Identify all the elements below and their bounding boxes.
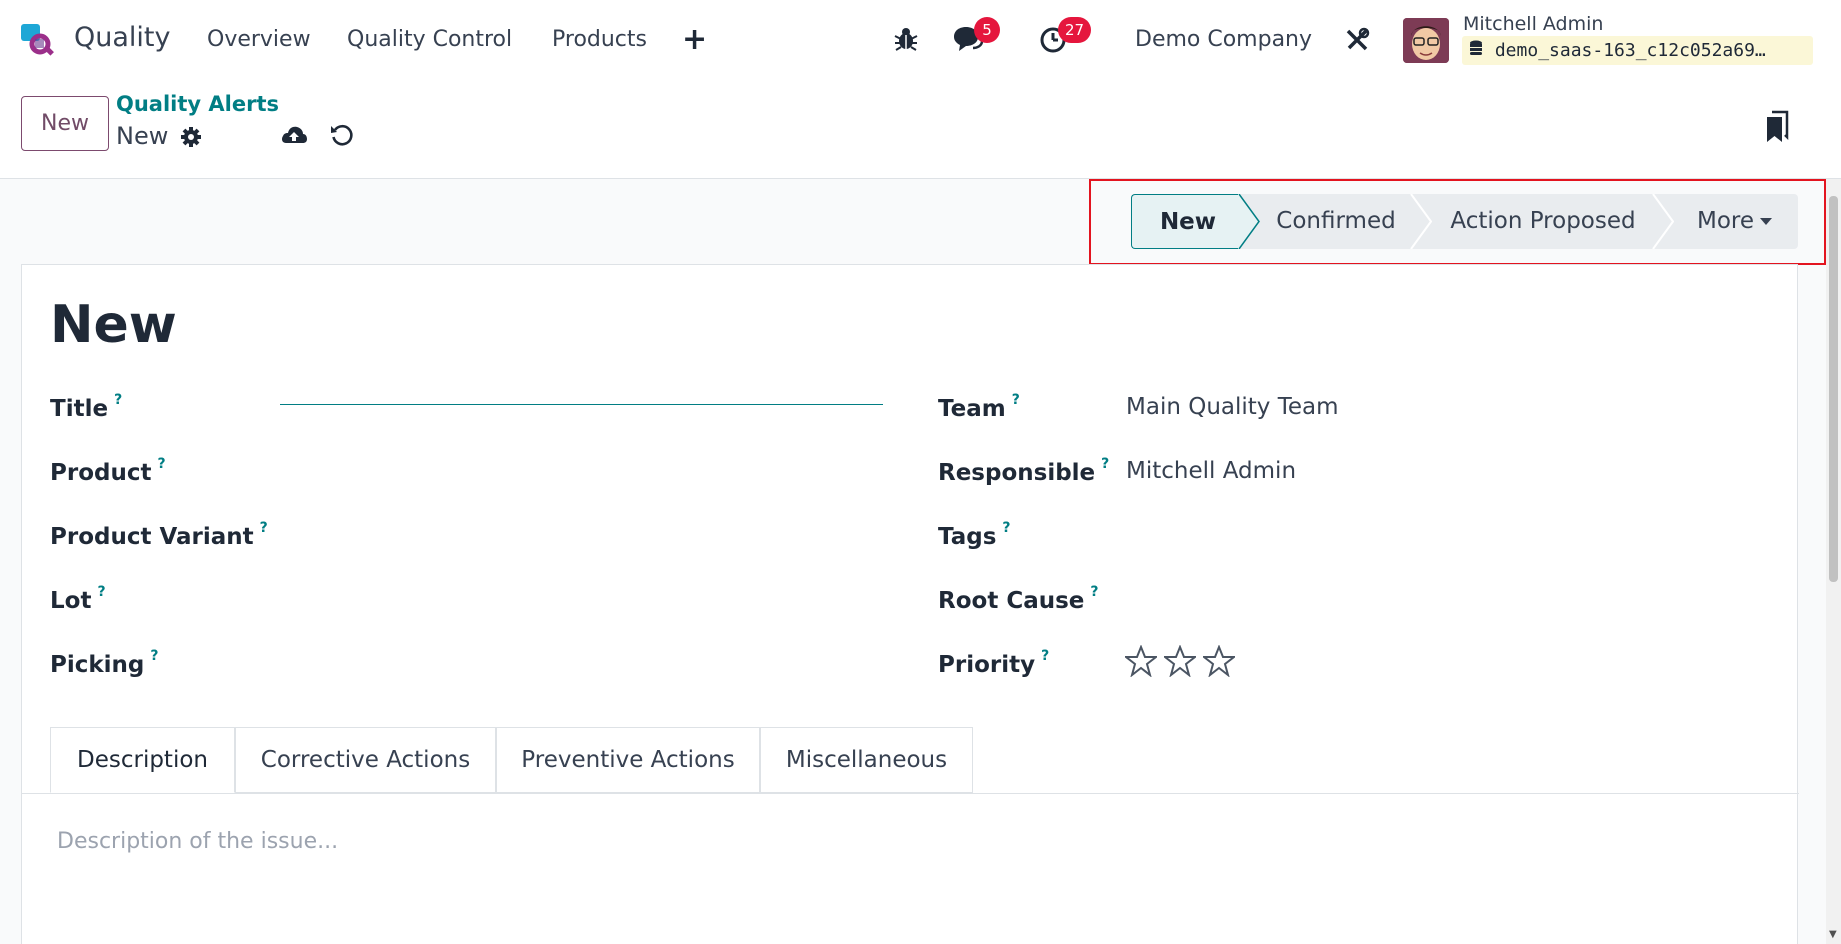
field-label-product: Product? bbox=[50, 456, 166, 486]
tab-description[interactable]: Description bbox=[50, 727, 235, 793]
root-cause-field[interactable] bbox=[1126, 581, 1726, 614]
priority-star-icon[interactable] bbox=[1164, 645, 1196, 677]
status-bar: New Confirmed Action Proposed More bbox=[1131, 194, 1798, 249]
new-button[interactable]: New bbox=[21, 96, 109, 151]
user-name[interactable]: Mitchell Admin bbox=[1463, 13, 1603, 35]
help-tooltip-icon[interactable]: ? bbox=[97, 584, 105, 600]
plus-icon[interactable]: + bbox=[682, 22, 707, 57]
help-tooltip-icon[interactable]: ? bbox=[1002, 520, 1010, 536]
cloud-upload-icon[interactable] bbox=[280, 122, 308, 148]
lot-field[interactable] bbox=[280, 581, 883, 614]
form-sheet: New Title? Product? Product Variant? Lot… bbox=[21, 264, 1799, 944]
product-field[interactable] bbox=[280, 453, 883, 486]
avatar-face-icon bbox=[1403, 18, 1449, 63]
menu-quality-control[interactable]: Quality Control bbox=[347, 27, 512, 52]
tab-preventive-actions[interactable]: Preventive Actions bbox=[496, 727, 760, 793]
app-name[interactable]: Quality bbox=[74, 22, 170, 53]
title-input[interactable] bbox=[280, 372, 883, 405]
help-tooltip-icon[interactable]: ? bbox=[1090, 584, 1098, 600]
responsible-field[interactable]: Mitchell Admin bbox=[1126, 458, 1296, 484]
database-name: demo_saas-163_c12c052a69… bbox=[1494, 40, 1766, 61]
record-title: New bbox=[50, 295, 177, 355]
picking-field[interactable] bbox=[280, 645, 883, 678]
user-avatar[interactable] bbox=[1403, 18, 1449, 63]
field-label-lot: Lot? bbox=[50, 584, 106, 614]
breadcrumb-quality-alerts[interactable]: Quality Alerts bbox=[116, 92, 279, 116]
database-icon bbox=[1470, 40, 1482, 55]
menu-overview[interactable]: Overview bbox=[207, 27, 311, 52]
quality-app-logo-icon[interactable] bbox=[18, 22, 60, 60]
tags-field[interactable] bbox=[1126, 517, 1726, 550]
description-editor[interactable]: Description of the issue... bbox=[57, 829, 338, 854]
stage-new[interactable]: New bbox=[1131, 194, 1238, 249]
top-navbar: Quality Overview Quality Control Product… bbox=[0, 0, 1841, 80]
priority-star-icon[interactable] bbox=[1203, 645, 1235, 677]
breadcrumb-current-record: New bbox=[116, 122, 169, 150]
tools-icon[interactable] bbox=[1344, 27, 1370, 53]
stage-more-dropdown[interactable]: More bbox=[1697, 194, 1798, 249]
field-label-picking: Picking? bbox=[50, 648, 159, 678]
control-panel: New Quality Alerts New bbox=[0, 80, 1841, 179]
stage-confirmed[interactable]: Confirmed bbox=[1260, 194, 1412, 249]
database-chip: demo_saas-163_c12c052a69… bbox=[1462, 36, 1813, 65]
help-tooltip-icon[interactable]: ? bbox=[1012, 392, 1020, 408]
field-label-responsible: Responsible? bbox=[938, 456, 1110, 486]
priority-star-icon[interactable] bbox=[1125, 645, 1157, 677]
tab-miscellaneous[interactable]: Miscellaneous bbox=[760, 727, 973, 793]
help-tooltip-icon[interactable]: ? bbox=[150, 648, 158, 664]
field-label-priority: Priority? bbox=[938, 648, 1050, 678]
bookmark-icon[interactable] bbox=[1765, 110, 1789, 144]
chat-count-badge: 5 bbox=[974, 17, 1000, 43]
stage-action-proposed[interactable]: Action Proposed bbox=[1432, 194, 1654, 249]
team-field[interactable]: Main Quality Team bbox=[1126, 394, 1339, 420]
product-variant-field[interactable] bbox=[280, 517, 883, 550]
scroll-down-arrow-icon[interactable]: ▼ bbox=[1829, 929, 1837, 940]
bug-icon[interactable] bbox=[893, 26, 919, 52]
scrollbar-thumb[interactable] bbox=[1829, 196, 1838, 582]
help-tooltip-icon[interactable]: ? bbox=[157, 456, 165, 472]
tab-divider bbox=[22, 793, 1799, 794]
stage-arrow-icon bbox=[1652, 194, 1674, 249]
stage-arrow-active-icon bbox=[1238, 194, 1260, 249]
discard-undo-icon[interactable] bbox=[329, 122, 355, 148]
gear-icon[interactable] bbox=[180, 126, 202, 148]
caret-down-icon bbox=[1760, 218, 1772, 225]
stage-arrow-icon bbox=[1410, 194, 1432, 249]
more-label: More bbox=[1696, 208, 1754, 234]
field-label-team: Team? bbox=[938, 392, 1020, 422]
tab-corrective-actions[interactable]: Corrective Actions bbox=[235, 727, 496, 793]
field-label-root-cause: Root Cause? bbox=[938, 584, 1099, 614]
help-tooltip-icon[interactable]: ? bbox=[260, 520, 268, 536]
field-label-title: Title? bbox=[50, 392, 123, 422]
help-tooltip-icon[interactable]: ? bbox=[1041, 648, 1049, 664]
menu-products[interactable]: Products bbox=[552, 27, 647, 52]
company-switcher[interactable]: Demo Company bbox=[1135, 27, 1312, 52]
help-tooltip-icon[interactable]: ? bbox=[1101, 456, 1109, 472]
field-label-tags: Tags? bbox=[938, 520, 1011, 550]
activity-count-badge: 27 bbox=[1058, 17, 1092, 43]
field-label-product-variant: Product Variant? bbox=[50, 520, 268, 550]
help-tooltip-icon[interactable]: ? bbox=[114, 392, 122, 408]
